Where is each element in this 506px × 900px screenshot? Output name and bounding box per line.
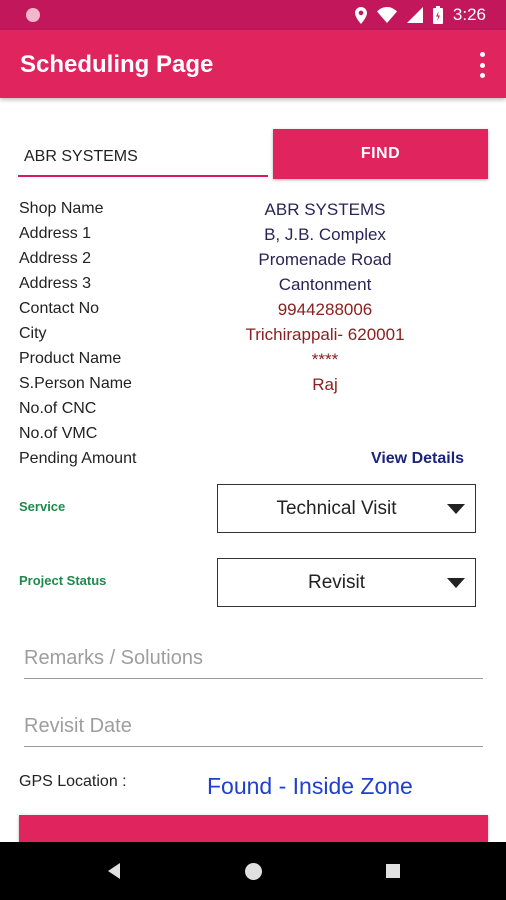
dropdown-arrow-icon — [447, 578, 465, 588]
overflow-menu-icon[interactable] — [476, 52, 488, 78]
remarks-input[interactable] — [24, 639, 483, 679]
signal-icon — [406, 7, 423, 23]
project-status-label: Project Status — [19, 573, 107, 588]
detail-label: No.of CNC — [19, 400, 97, 417]
detail-label: Address 1 — [19, 225, 92, 242]
gps-location-value: Found - Inside Zone — [207, 773, 413, 799]
detail-value: Promenade Road — [258, 250, 392, 269]
status-icons: 3:26 — [354, 5, 486, 25]
detail-label: Shop Name — [19, 200, 104, 217]
project-status-selected-value: Revisit — [307, 571, 365, 593]
home-icon[interactable] — [245, 863, 262, 880]
battery-icon — [432, 6, 443, 24]
recent-apps-icon[interactable] — [386, 864, 400, 878]
navigation-bar — [0, 842, 506, 900]
project-status-dropdown[interactable]: Revisit — [217, 558, 476, 607]
detail-label: Contact No — [19, 300, 100, 317]
detail-label: No.of VMC — [19, 425, 98, 442]
location-icon — [354, 6, 367, 24]
app-bar: Scheduling Page — [0, 30, 506, 98]
detail-value: Raj — [312, 375, 338, 394]
detail-value: **** — [311, 350, 339, 369]
revisit-date-input[interactable] — [24, 707, 483, 747]
detail-value: B, J.B. Complex — [264, 225, 386, 244]
find-button[interactable]: FIND — [273, 129, 488, 179]
detail-value: Trichirappali- 620001 — [245, 325, 405, 344]
detail-label: City — [19, 325, 47, 342]
dropdown-arrow-icon — [447, 504, 465, 514]
detail-label: Pending Amount — [19, 450, 137, 467]
detail-label: Product Name — [19, 350, 122, 367]
detail-label: Address 3 — [19, 275, 92, 292]
detail-value: ABR SYSTEMS — [264, 200, 386, 219]
shop-search-input[interactable] — [18, 135, 268, 177]
clock: 3:26 — [452, 5, 486, 24]
back-icon[interactable] — [108, 863, 120, 879]
view-details-link[interactable]: View Details — [355, 450, 480, 468]
detail-value: 9944288006 — [277, 300, 373, 319]
notification-dot-icon — [26, 8, 40, 22]
status-bar: 3:26 — [0, 0, 506, 30]
detail-value: Cantonment — [278, 275, 372, 294]
service-selected-value: Technical Visit — [276, 497, 397, 519]
service-label: Service — [19, 499, 66, 514]
detail-label: S.Person Name — [19, 375, 132, 392]
page-title: Scheduling Page — [20, 51, 214, 78]
wifi-icon — [376, 7, 397, 23]
detail-label: Address 2 — [19, 250, 92, 267]
gps-location-label: GPS Location : — [19, 773, 127, 790]
service-dropdown[interactable]: Technical Visit — [217, 484, 476, 533]
